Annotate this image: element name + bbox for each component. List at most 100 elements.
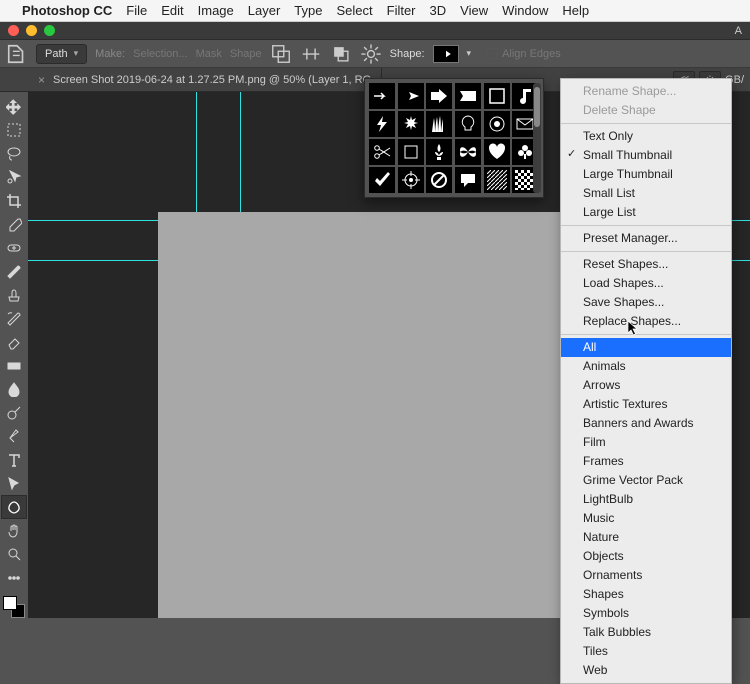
shape-arrow-1[interactable] <box>369 83 395 109</box>
path-operations-icon[interactable] <box>270 44 292 64</box>
quick-select-tool[interactable] <box>2 167 26 189</box>
menu-image[interactable]: Image <box>198 3 234 18</box>
shape-picker-chevron-icon[interactable]: ▾ <box>467 48 472 59</box>
ctx-item-banners-and-awards[interactable]: Banners and Awards <box>561 414 731 433</box>
shape-picker-button[interactable] <box>433 45 459 63</box>
make-mask-button[interactable]: Mask <box>196 48 222 60</box>
ctx-item-large-thumbnail[interactable]: Large Thumbnail <box>561 165 731 184</box>
eyedropper-tool[interactable] <box>2 214 26 236</box>
shape-no-sign[interactable] <box>426 167 452 193</box>
shape-halftone[interactable] <box>484 167 510 193</box>
ctx-item-tiles[interactable]: Tiles <box>561 642 731 661</box>
ctx-item-nature[interactable]: Nature <box>561 528 731 547</box>
blur-tool[interactable] <box>2 379 26 401</box>
ctx-item-small-thumbnail[interactable]: Small Thumbnail <box>561 146 731 165</box>
shape-registration[interactable] <box>398 167 424 193</box>
ctx-item-frames[interactable]: Frames <box>561 452 731 471</box>
menu-file[interactable]: File <box>126 3 147 18</box>
ctx-item-music[interactable]: Music <box>561 509 731 528</box>
clone-stamp-tool[interactable] <box>2 284 26 306</box>
shape-fleur[interactable] <box>426 139 452 165</box>
menu-help[interactable]: Help <box>562 3 589 18</box>
shape-banner[interactable] <box>455 83 481 109</box>
zoom-tool[interactable] <box>2 543 26 565</box>
ctx-item-web[interactable]: Web <box>561 661 731 680</box>
foreground-swatch[interactable] <box>3 596 17 610</box>
window-minimize-button[interactable] <box>26 25 37 36</box>
tool-preset-icon[interactable] <box>6 44 28 64</box>
shape-box[interactable] <box>398 139 424 165</box>
app-name[interactable]: Photoshop CC <box>22 3 112 18</box>
window-zoom-button[interactable] <box>44 25 55 36</box>
path-select-tool[interactable] <box>2 473 26 495</box>
ctx-item-artistic-textures[interactable]: Artistic Textures <box>561 395 731 414</box>
ctx-item-ornaments[interactable]: Ornaments <box>561 566 731 585</box>
document-tab[interactable]: × Screen Shot 2019-06-24 at 1.27.25 PM.p… <box>28 68 382 91</box>
menu-3d[interactable]: 3D <box>430 3 447 18</box>
ctx-item-talk-bubbles[interactable]: Talk Bubbles <box>561 623 731 642</box>
shape-arrow-2[interactable] <box>398 83 424 109</box>
crop-tool[interactable] <box>2 190 26 212</box>
hand-tool[interactable] <box>2 520 26 542</box>
shape-checkmark[interactable] <box>369 167 395 193</box>
ctx-item-all[interactable]: All <box>561 338 731 357</box>
gradient-tool[interactable] <box>2 355 26 377</box>
edit-toolbar[interactable] <box>2 567 26 589</box>
brush-tool[interactable] <box>2 261 26 283</box>
make-shape-button[interactable]: Shape <box>230 48 262 60</box>
shape-target[interactable] <box>484 111 510 137</box>
ctx-item-replace-shapes[interactable]: Replace Shapes... <box>561 312 731 331</box>
ctx-item-reset-shapes[interactable]: Reset Shapes... <box>561 255 731 274</box>
pen-tool[interactable] <box>2 426 26 448</box>
move-tool[interactable] <box>2 96 26 118</box>
ctx-item-animals[interactable]: Animals <box>561 357 731 376</box>
history-brush-tool[interactable] <box>2 308 26 330</box>
shape-picker-scrollbar[interactable] <box>533 83 541 193</box>
ctx-item-grime-vector-pack[interactable]: Grime Vector Pack <box>561 471 731 490</box>
path-arrange-icon[interactable] <box>330 44 352 64</box>
shape-burst[interactable] <box>398 111 424 137</box>
menu-view[interactable]: View <box>460 3 488 18</box>
ctx-item-arrows[interactable]: Arrows <box>561 376 731 395</box>
ctx-item-preset-manager[interactable]: Preset Manager... <box>561 229 731 248</box>
ctx-item-film[interactable]: Film <box>561 433 731 452</box>
healing-brush-tool[interactable] <box>2 237 26 259</box>
window-close-button[interactable] <box>8 25 19 36</box>
lasso-tool[interactable] <box>2 143 26 165</box>
menu-select[interactable]: Select <box>336 3 372 18</box>
shape-arrow-3[interactable] <box>426 83 452 109</box>
shape-bulb[interactable] <box>455 111 481 137</box>
ctx-item-large-list[interactable]: Large List <box>561 203 731 222</box>
shape-butterfly[interactable] <box>455 139 481 165</box>
shape-speech[interactable] <box>455 167 481 193</box>
shape-square-outline[interactable] <box>484 83 510 109</box>
menu-edit[interactable]: Edit <box>161 3 183 18</box>
menu-filter[interactable]: Filter <box>387 3 416 18</box>
make-selection-button[interactable]: Selection... <box>133 48 187 60</box>
shape-grass[interactable] <box>426 111 452 137</box>
shape-scissors[interactable] <box>369 139 395 165</box>
ctx-item-small-list[interactable]: Small List <box>561 184 731 203</box>
type-tool[interactable] <box>2 449 26 471</box>
color-swatches[interactable] <box>3 596 25 618</box>
shape-heart[interactable] <box>484 139 510 165</box>
mode-dropdown[interactable]: Path▾ <box>36 44 87 64</box>
menu-layer[interactable]: Layer <box>248 3 281 18</box>
close-tab-icon[interactable]: × <box>38 73 45 87</box>
ctx-item-text-only[interactable]: Text Only <box>561 127 731 146</box>
ctx-item-lightbulb[interactable]: LightBulb <box>561 490 731 509</box>
scrollbar-thumb[interactable] <box>534 87 540 127</box>
ctx-item-symbols[interactable]: Symbols <box>561 604 731 623</box>
ctx-item-load-shapes[interactable]: Load Shapes... <box>561 274 731 293</box>
menu-window[interactable]: Window <box>502 3 548 18</box>
custom-shape-tool[interactable] <box>2 496 26 518</box>
eraser-tool[interactable] <box>2 331 26 353</box>
ctx-item-shapes[interactable]: Shapes <box>561 585 731 604</box>
gear-icon[interactable] <box>360 44 382 64</box>
marquee-tool[interactable] <box>2 120 26 142</box>
shape-bolt[interactable] <box>369 111 395 137</box>
ctx-item-objects[interactable]: Objects <box>561 547 731 566</box>
menu-type[interactable]: Type <box>294 3 322 18</box>
ctx-item-save-shapes[interactable]: Save Shapes... <box>561 293 731 312</box>
path-align-icon[interactable] <box>300 44 322 64</box>
